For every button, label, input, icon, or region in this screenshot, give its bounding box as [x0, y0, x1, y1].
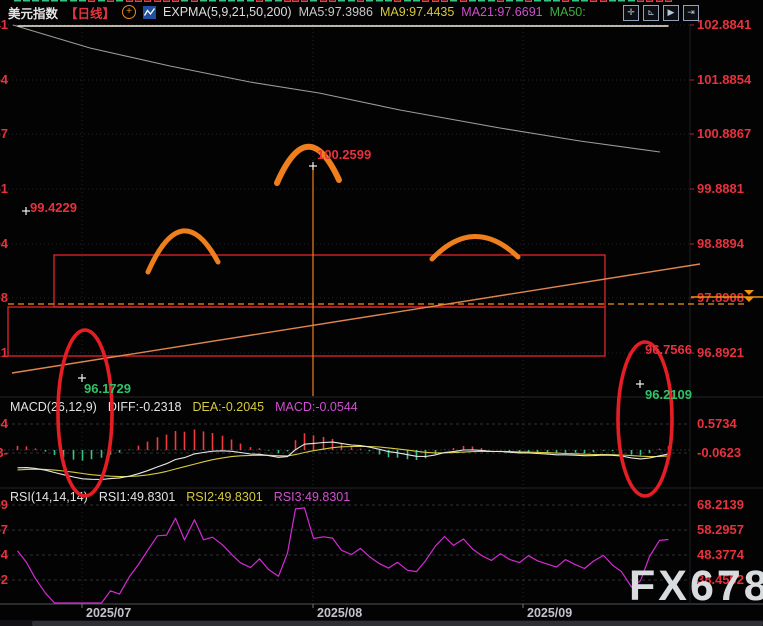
- h-scrollbar-thumb[interactable]: [32, 621, 763, 626]
- collapse-panel-icon[interactable]: ⇥: [683, 5, 699, 21]
- chart-header: 美元指数 【日线】 + EXPMA(5,9,21,50,200) MA5:97.…: [0, 0, 763, 24]
- header-toolbar: ✛⊾▶⇥: [623, 5, 699, 21]
- instrument-title: 美元指数: [8, 3, 58, 22]
- axis-scale-icon[interactable]: ⊾: [643, 5, 659, 21]
- ma21-value-label: MA21:97.6691: [461, 5, 542, 19]
- ma50-value-label: MA50:: [550, 5, 586, 19]
- ma5-value-label: MA5:97.3986: [299, 5, 373, 19]
- timeframe-label[interactable]: 【日线】: [65, 3, 115, 22]
- chart-type-icon[interactable]: [143, 6, 156, 19]
- price-chart-canvas[interactable]: [0, 0, 763, 626]
- trading-chart-app: 美元指数 【日线】 + EXPMA(5,9,21,50,200) MA5:97.…: [0, 0, 763, 626]
- indicator-formula-label[interactable]: EXPMA(5,9,21,50,200): [163, 5, 292, 19]
- ma9-value-label: MA9:97.4435: [380, 5, 454, 19]
- chart-forward-icon[interactable]: ▶: [663, 5, 679, 21]
- move-crosshair-icon[interactable]: ✛: [623, 5, 639, 21]
- add-indicator-icon[interactable]: +: [122, 5, 136, 19]
